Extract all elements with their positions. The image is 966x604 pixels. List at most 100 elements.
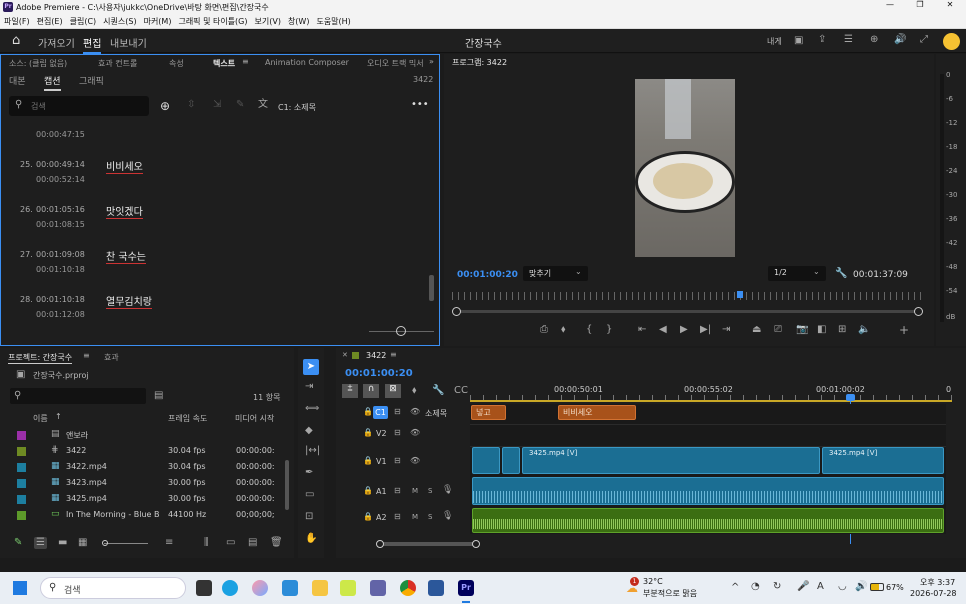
header-name[interactable]: 이름	[33, 413, 48, 424]
ime-icon[interactable]: A	[817, 582, 824, 592]
taskbar-search[interactable]: ⚲ 검색	[40, 577, 186, 599]
caption-entry[interactable]: 27. 00:01:09:08 00:01:10:18 찬 국수는	[1, 247, 429, 287]
eye-icon[interactable]: 👁	[410, 408, 420, 416]
tab-project[interactable]: 프로젝트: 간장국수	[8, 352, 73, 364]
playhead-marker[interactable]	[737, 291, 743, 298]
merge-icon[interactable]: ⇲	[213, 100, 221, 110]
work-area-bar[interactable]	[470, 400, 952, 402]
mic-tray-icon[interactable]: 🎤	[797, 582, 809, 592]
sync-icon[interactable]: ⊟	[394, 513, 401, 521]
caption-search-box[interactable]: ⚲	[9, 96, 149, 116]
lock-icon[interactable]: 🔒	[363, 429, 373, 437]
caption-text[interactable]: 비비세오	[106, 158, 143, 174]
sync-icon[interactable]: ⊟	[394, 487, 401, 495]
microphone-icon[interactable]: 🎙	[442, 512, 453, 521]
slip-icon[interactable]: |↔|	[305, 446, 320, 456]
fit-dropdown[interactable]: 맞추기 ⌄	[523, 266, 588, 281]
list-item[interactable]: ▭ In The Morning - Blue B 44100 Hz 00;00…	[0, 508, 284, 523]
caption-track-label[interactable]: C1: 소제목	[278, 102, 316, 113]
tab-animation-composer[interactable]: Animation Composer	[265, 58, 349, 67]
video-clip[interactable]: 3425.mp4 [V]	[522, 447, 820, 474]
header-media-start[interactable]: 미디어 시작	[235, 413, 281, 424]
list-item[interactable]: ▦ 3423.mp4 30.00 fps 00:00:00:	[0, 476, 284, 491]
hand-icon[interactable]: ✋	[305, 534, 317, 544]
track-select-icon[interactable]: ⇥	[305, 382, 313, 392]
header-fps[interactable]: 프레임 속도	[168, 413, 207, 424]
selection-tool-icon[interactable]: ➤	[303, 359, 319, 375]
sync-tray-icon[interactable]: ↻	[773, 582, 781, 592]
pen-icon[interactable]: ✎	[236, 100, 244, 110]
bin-icon[interactable]: ▤	[154, 391, 163, 401]
close-sequence-icon[interactable]: ✕	[342, 352, 348, 359]
caption-entry[interactable]: 25. 00:00:49:14 00:00:52:14 비비세오	[1, 157, 429, 197]
scroll-left-handle[interactable]	[376, 540, 384, 548]
list-item[interactable]: ▦ 3422.mp4 30.04 fps 00:00:00:	[0, 460, 284, 475]
sort-icon[interactable]: ≡	[165, 538, 173, 548]
mark-in-icon[interactable]: {	[586, 325, 592, 335]
home-icon[interactable]: ⌂	[12, 34, 20, 47]
share-icon[interactable]: ⇪	[818, 35, 826, 45]
video-clip[interactable]: 3425.mp4 [V]	[822, 447, 944, 474]
caption-search-input[interactable]	[31, 100, 141, 112]
store-icon[interactable]	[282, 580, 298, 596]
tab-effects[interactable]: 효과	[104, 352, 119, 363]
live-app-icon[interactable]	[340, 580, 356, 596]
tab-text[interactable]: 텍스트	[213, 58, 235, 69]
timeline-sequence-tab[interactable]: 3422	[366, 351, 386, 360]
eye-icon[interactable]: 👁	[410, 429, 420, 437]
track-label[interactable]: V1	[376, 457, 387, 466]
thumbnail-slider[interactable]	[104, 543, 148, 544]
menu-graphics[interactable]: 그래픽 및 타이틀(G)	[178, 14, 247, 29]
caption-scrollbar[interactable]	[429, 275, 434, 301]
clock-time[interactable]: 오후 3:37	[920, 577, 955, 588]
subtab-script[interactable]: 대본	[9, 74, 26, 87]
go-to-in-icon[interactable]: ⇤	[638, 325, 646, 335]
close-button[interactable]: ✕	[940, 0, 960, 14]
zoom-slider-knob[interactable]	[396, 326, 406, 336]
word-icon[interactable]	[428, 580, 444, 596]
menu-clip[interactable]: 클립(C)	[70, 14, 97, 29]
timeline-hscroll[interactable]	[378, 542, 478, 546]
chrome-icon[interactable]	[400, 580, 416, 596]
premiere-taskbar-icon[interactable]: Pr	[458, 580, 474, 596]
playhead-head[interactable]	[846, 394, 855, 401]
sync-icon[interactable]: ⊟	[394, 429, 401, 437]
panel-menu-icon[interactable]: ≡	[390, 351, 397, 359]
list-item[interactable]: ▤ 앤보라	[0, 428, 284, 443]
edge-icon[interactable]	[222, 580, 238, 596]
clock-date[interactable]: 2026-07-28	[910, 589, 957, 598]
lock-icon[interactable]: 🔒	[363, 408, 373, 416]
teams-icon[interactable]	[370, 580, 386, 596]
scroll-left-handle[interactable]	[452, 307, 461, 316]
go-to-out-icon[interactable]: ⇥	[722, 325, 730, 335]
audio-icon[interactable]: 🔈	[858, 325, 870, 335]
speaker-icon[interactable]: 🔊	[855, 582, 867, 592]
tab-edit[interactable]: 편집	[83, 35, 102, 54]
project-search-box[interactable]: ⚲	[10, 388, 146, 404]
list-item[interactable]: ▦ 3425.mp4 30.00 fps 00:00:00:	[0, 492, 284, 507]
timeline-timecode[interactable]: 00:01:00:20	[345, 368, 413, 379]
program-ruler[interactable]	[452, 292, 922, 300]
lock-icon[interactable]: 🔒	[363, 513, 373, 521]
new-bin-icon[interactable]: ▤	[248, 538, 257, 548]
audio-clip[interactable]	[472, 508, 944, 533]
type-tool-icon[interactable]: ⊡	[305, 512, 313, 522]
camera-icon[interactable]: 📷	[796, 325, 808, 335]
microphone-icon[interactable]: 🎙	[442, 486, 453, 495]
tab-properties[interactable]: 속성	[169, 58, 184, 69]
chevron-up-icon[interactable]: ^	[731, 583, 739, 593]
wifi-icon[interactable]: ◡	[838, 582, 847, 592]
pencil-icon[interactable]: ✎	[14, 538, 22, 548]
track-label[interactable]: C1	[373, 406, 388, 419]
caption-clip[interactable]: 비비세오	[558, 405, 636, 420]
video-clip[interactable]	[502, 447, 520, 474]
menu-edit[interactable]: 편집(E)	[37, 14, 63, 29]
mark-out-icon[interactable]: }	[606, 325, 612, 335]
freeform-view-icon[interactable]: ▦	[78, 538, 87, 548]
split-icon[interactable]: ⇳	[187, 100, 195, 110]
mute-button[interactable]: M	[412, 513, 418, 521]
caption-entry[interactable]: 28. 00:01:10:18 00:01:12:08 열무김치랑	[1, 292, 429, 321]
video-clip[interactable]	[472, 447, 500, 474]
vr-icon[interactable]: ⊞	[838, 325, 846, 335]
find-icon[interactable]: ▭	[226, 538, 235, 548]
